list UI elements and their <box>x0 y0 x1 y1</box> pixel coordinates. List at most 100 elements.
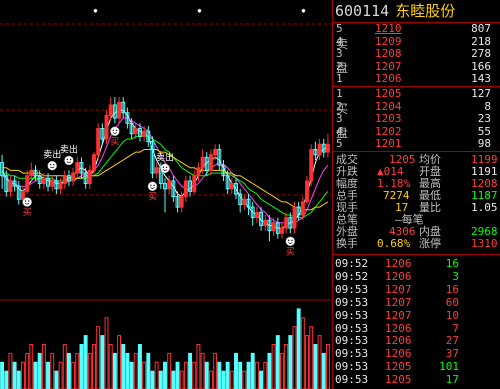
signal-face-eye <box>24 200 27 202</box>
signal-face-icon <box>22 197 32 207</box>
bid-volume: 98 <box>477 137 491 151</box>
volume-bar <box>221 370 226 389</box>
tick-row[interactable]: 09:52 1206 3 <box>333 270 500 283</box>
tick-row[interactable]: 09:53 1207 16 <box>333 283 500 296</box>
signal-face-eye <box>153 184 155 186</box>
candle-body <box>92 154 96 171</box>
tick-row[interactable]: 09:52 1206 16 <box>333 258 500 270</box>
volume-bar <box>305 335 309 389</box>
ask-level-row[interactable]: 5 1210 807 <box>333 23 500 35</box>
volume-bar <box>242 370 247 389</box>
ask-level-row[interactable]: 3 1208 278 <box>333 48 500 60</box>
quote-panel: 600114 东睦股份 卖 盘 5 1210 807 4 1209 218 3 1208 278 2… <box>332 0 500 389</box>
tick-time: 09:53 <box>335 295 369 309</box>
volume-bar <box>41 344 46 389</box>
volume-bar <box>263 361 268 389</box>
volume-bar <box>280 352 284 389</box>
ask-level-index: 1 <box>336 72 343 86</box>
tick-time: 09:53 <box>335 373 369 387</box>
ask-level-index: 5 <box>336 22 343 35</box>
candle-body <box>284 217 289 229</box>
volume-bar <box>171 370 176 389</box>
candle-body <box>317 143 322 156</box>
volume-bar <box>179 370 184 389</box>
volume-bar <box>12 361 17 389</box>
tick-row[interactable]: 09:53 1207 60 <box>333 295 500 309</box>
kline-svg: 买卖出卖出买买卖出买 <box>0 23 332 389</box>
tick-time: 09:53 <box>335 321 369 335</box>
signal-face-eye <box>288 239 290 242</box>
volume-bar <box>117 335 122 389</box>
tick-time: 09:52 <box>335 257 369 270</box>
ask-price: 1210 <box>375 22 402 35</box>
volume-bar <box>108 344 113 389</box>
candle-body <box>71 172 76 182</box>
candle-body <box>62 175 67 185</box>
tick-price: 1206 <box>385 321 412 335</box>
volume-bar <box>125 352 130 389</box>
tick-volume: 27 <box>445 334 459 348</box>
volume-bar <box>25 352 30 389</box>
tick-row[interactable]: 09:53 1207 10 <box>333 308 500 322</box>
volume-bar <box>317 335 322 389</box>
candle-body <box>242 198 247 205</box>
volume-bar <box>296 308 301 389</box>
volume-bar <box>21 361 25 389</box>
tick-time: 09:53 <box>335 347 369 361</box>
signal-face-icon <box>285 236 296 247</box>
bid-level-row[interactable]: 3 1203 23 <box>333 113 500 125</box>
ask-level-row[interactable]: 4 1209 218 <box>333 35 500 48</box>
volume-bar <box>217 361 222 389</box>
tick-row[interactable]: 09:53 1206 27 <box>333 335 500 347</box>
sell-signal-label: 卖出 <box>43 149 61 161</box>
volume-bar <box>271 344 276 389</box>
candle-body <box>271 222 276 232</box>
ask-volume: 278 <box>471 47 491 61</box>
tick-time: 09:53 <box>335 360 369 374</box>
bid-level-index: 3 <box>336 112 343 126</box>
tick-row[interactable]: 09:53 1206 37 <box>333 348 500 360</box>
buy-signal-label: 买 <box>110 136 119 147</box>
marker-star-icon: ✸ <box>93 6 98 15</box>
volume-bar <box>325 344 330 389</box>
volume-bar <box>158 370 163 389</box>
volume-bar <box>321 352 326 389</box>
candle-body <box>167 180 172 190</box>
signal-face-eye <box>112 129 114 131</box>
ask-volume: 807 <box>471 22 491 35</box>
tick-price: 1206 <box>385 347 412 361</box>
candle-body <box>142 130 147 137</box>
tick-volume: 10 <box>445 308 459 322</box>
bid-level-row[interactable]: 1 1205 127 <box>333 88 500 100</box>
stat-value: 1.05 <box>471 201 498 214</box>
tick-price: 1206 <box>385 334 412 348</box>
kline-chart[interactable]: 买卖出 卖出买买卖出买 ✸ ✸ ✸ <box>0 0 332 389</box>
bid-level-row[interactable]: 4 1202 55 <box>333 125 500 138</box>
volume-bar <box>8 352 13 389</box>
volume-bar <box>292 326 297 389</box>
ask-price: 1208 <box>375 47 402 61</box>
candle-body <box>154 167 159 174</box>
volume-bar <box>46 361 51 389</box>
signal-face-eye <box>66 158 69 161</box>
ask-price: 1206 <box>375 72 402 86</box>
bid-level-row[interactable]: 2 1204 8 <box>333 100 500 113</box>
volume-bar <box>75 352 80 389</box>
volume-bar <box>71 361 76 389</box>
volume-bar <box>54 370 59 389</box>
bid-level-row[interactable]: 5 1201 98 <box>333 138 500 150</box>
volume-bar <box>284 344 289 389</box>
volume-bar <box>121 344 126 389</box>
tick-row[interactable]: 09:53 1205 101 <box>333 361 500 373</box>
volume-bar <box>104 317 109 389</box>
tick-row[interactable]: 09:53 1205 17 <box>333 374 500 386</box>
stock-name: 东睦股份 <box>395 2 456 20</box>
volume-bar <box>250 352 255 389</box>
volume-bar <box>16 370 21 389</box>
tick-volume: 17 <box>445 373 459 387</box>
volume-bar <box>167 352 172 389</box>
signal-face-eye <box>162 166 165 168</box>
ask-level-row[interactable]: 2 1207 166 <box>333 60 500 73</box>
tick-row[interactable]: 09:53 1206 7 <box>333 321 500 335</box>
ask-level-row[interactable]: 1 1206 143 <box>333 73 500 85</box>
